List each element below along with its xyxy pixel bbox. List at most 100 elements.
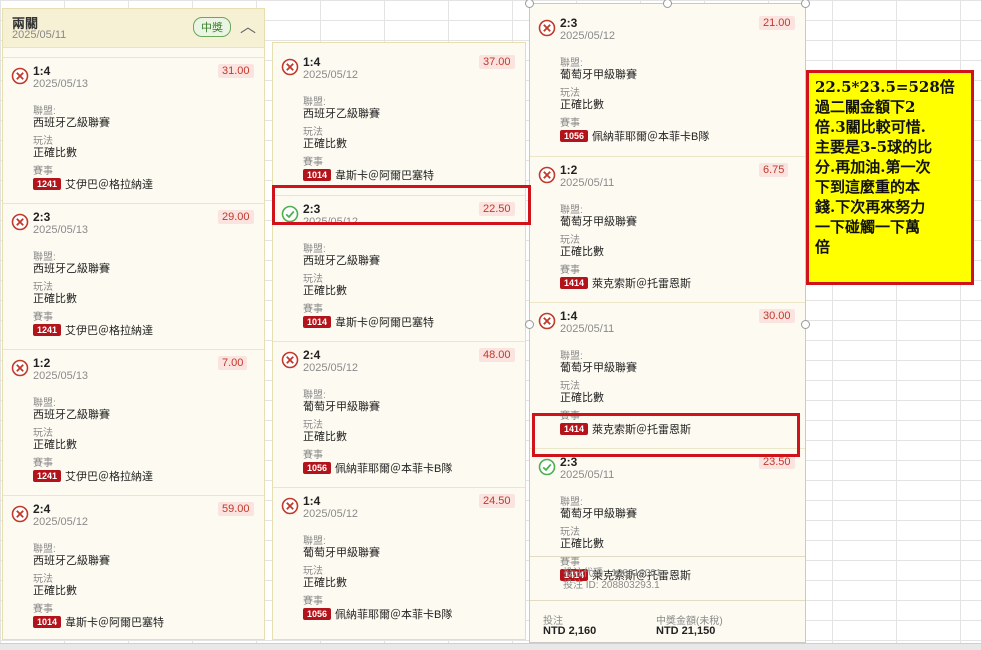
note-line: 主要是3-5球的比 (815, 138, 933, 156)
match-info[interactable]: 1241 艾伊巴＠格拉納達 (33, 176, 153, 192)
cross-circle-icon (11, 213, 29, 231)
pick-score: 1:4 (560, 309, 578, 323)
match-code-badge: 1056 (560, 130, 589, 142)
pick-date: 2025/05/12 (303, 508, 359, 520)
match-name: 韋斯卡＠阿爾巴塞特 (335, 317, 435, 329)
pick-score: 2:3 (33, 210, 51, 224)
pick-score: 1:2 (33, 356, 51, 370)
match-label: 賽事 (303, 596, 323, 607)
parlay-header[interactable]: 兩關 2025/05/11 中獎 ︿ (3, 9, 264, 48)
pick-date: 2025/05/12 (33, 516, 89, 528)
pick-odds: 23.50 (759, 455, 795, 469)
league-value: 葡萄牙甲級聯賽 (303, 547, 380, 559)
match-name: 艾伊巴＠格拉納達 (65, 179, 154, 191)
match-info[interactable]: 1056 佩納菲耶爾＠本菲卡B隊 (303, 460, 452, 476)
match-label: 賽事 (33, 166, 53, 177)
pick-score: 1:4 (303, 55, 321, 69)
bet-slip-column-3: 2:3 2025/05/12 21.00 聯盟: 葡萄牙甲級聯賽 玩法 正確比數… (529, 3, 806, 643)
bet-selection[interactable]: 1:4 2025/05/13 31.00 聯盟: 西班牙乙級聯賽 玩法 正確比數… (3, 57, 264, 204)
match-label: 賽事 (33, 312, 53, 323)
league-value: 葡萄牙甲級聯賽 (303, 401, 380, 413)
cross-circle-icon (281, 351, 299, 369)
match-code-badge: 1241 (33, 178, 62, 190)
bet-selection[interactable]: 2:3 2025/05/12 21.00 聯盟: 葡萄牙甲級聯賽 玩法 正確比數… (530, 10, 805, 156)
match-info[interactable]: 1014 韋斯卡＠阿爾巴塞特 (303, 167, 434, 183)
pick-score: 2:4 (33, 502, 51, 516)
bet-selection[interactable]: 2:3 2025/05/13 29.00 聯盟: 西班牙乙級聯賽 玩法 正確比數… (3, 203, 264, 350)
note-line: 倍 (815, 238, 831, 256)
match-info[interactable]: 1241 艾伊巴＠格拉納達 (33, 322, 153, 338)
pick-date: 2025/05/13 (33, 370, 89, 382)
league-value: 西班牙乙級聯賽 (33, 117, 110, 129)
note-line: 下到這麼重的本 (815, 178, 921, 196)
pick-date: 2025/05/11 (560, 177, 615, 189)
pick-score: 2:3 (560, 16, 578, 30)
play-value: 正確比數 (560, 99, 604, 111)
league-value: 西班牙乙級聯賽 (303, 255, 380, 267)
match-info[interactable]: 1241 艾伊巴＠格拉納達 (33, 468, 153, 484)
match-label: 賽事 (33, 604, 53, 615)
play-value: 正確比數 (33, 147, 77, 159)
bet-selection[interactable]: 2:4 2025/05/12 48.00 聯盟: 葡萄牙甲級聯賽 玩法 正確比數… (273, 341, 525, 488)
cross-circle-icon (11, 67, 29, 85)
play-value: 正確比數 (560, 246, 604, 258)
play-value: 正確比數 (560, 538, 604, 550)
league-value: 西班牙乙級聯賽 (33, 555, 110, 567)
pick-odds: 22.50 (479, 202, 515, 216)
pick-date: 2025/05/11 (560, 469, 615, 481)
cross-circle-icon (281, 58, 299, 76)
note-line: 分.再加油.第一次 (815, 158, 931, 176)
match-info[interactable]: 1014 韋斯卡＠阿爾巴塞特 (303, 314, 434, 330)
match-name: 萊克索斯＠托雷恩斯 (592, 424, 692, 436)
pick-date: 2025/05/12 (303, 362, 359, 374)
bet-selection[interactable]: 1:2 2025/05/13 7.00 聯盟: 西班牙乙級聯賽 玩法 正確比數 … (3, 349, 264, 496)
pick-odds: 7.00 (218, 356, 248, 370)
play-value: 正確比數 (33, 439, 77, 451)
pick-odds: 37.00 (479, 55, 515, 69)
league-value: 西班牙乙級聯賽 (33, 263, 110, 275)
match-info[interactable]: 1056 佩納菲耶爾＠本菲卡B隊 (560, 128, 709, 144)
match-label: 賽事 (560, 411, 580, 422)
play-value: 正確比數 (303, 285, 347, 297)
pick-odds: 29.00 (218, 210, 254, 224)
check-circle-icon (281, 205, 299, 223)
match-name: 萊克索斯＠托雷恩斯 (592, 278, 692, 290)
win-status-badge: 中獎 (193, 17, 231, 37)
note-line: 錢.下次再來努力 (815, 198, 926, 216)
pick-odds: 21.00 (759, 16, 795, 30)
match-code-badge: 1056 (303, 608, 332, 620)
bet-selection[interactable]: 2:4 2025/05/12 59.00 聯盟: 西班牙乙級聯賽 玩法 正確比數… (3, 495, 264, 639)
bet-selection[interactable]: 1:4 2025/05/12 24.50 聯盟: 葡萄牙甲級聯賽 玩法 正確比數… (273, 487, 525, 634)
parlay-date: 2025/05/11 (12, 29, 67, 41)
bet-selection[interactable]: 1:4 2025/05/11 30.00 聯盟: 葡萄牙甲級聯賽 玩法 正確比數… (530, 302, 805, 449)
play-value: 正確比數 (303, 577, 347, 589)
pick-date: 2025/05/11 (560, 323, 615, 335)
pick-date: 2025/05/12 (303, 216, 359, 228)
cross-circle-icon (538, 312, 556, 330)
match-info[interactable]: 1014 韋斯卡＠阿爾巴塞特 (33, 614, 164, 630)
match-code-badge: 1241 (33, 324, 62, 336)
play-value: 正確比數 (303, 431, 347, 443)
match-info[interactable]: 1056 佩納菲耶爾＠本菲卡B隊 (303, 606, 452, 622)
cross-circle-icon (11, 505, 29, 523)
pick-odds: 24.50 (479, 494, 515, 508)
pick-score: 1:2 (560, 163, 578, 177)
league-value: 葡萄牙甲級聯賽 (560, 508, 637, 520)
resize-handle[interactable] (525, 320, 534, 329)
pick-score: 1:4 (303, 494, 321, 508)
bet-selection[interactable]: 1:4 2025/05/12 37.00 聯盟: 西班牙乙級聯賽 玩法 正確比數… (273, 49, 525, 195)
cross-circle-icon (281, 497, 299, 515)
bet-selection[interactable]: 2:3 2025/05/12 22.50 聯盟: 西班牙乙級聯賽 玩法 正確比數… (273, 195, 525, 342)
bet-selection[interactable]: 1:2 2025/05/11 6.75 聯盟: 葡萄牙甲級聯賽 玩法 正確比數 … (530, 156, 805, 303)
match-name: 韋斯卡＠阿爾巴塞特 (335, 170, 435, 182)
chevron-up-icon[interactable]: ︿ (240, 13, 256, 37)
footer-divider-2 (530, 600, 805, 601)
match-info[interactable]: 1414 萊克索斯＠托雷恩斯 (560, 421, 691, 437)
resize-handle[interactable] (801, 0, 810, 8)
match-info[interactable]: 1414 萊克索斯＠托雷恩斯 (560, 275, 691, 291)
league-value: 西班牙乙級聯賽 (303, 108, 380, 120)
resize-handle[interactable] (801, 320, 810, 329)
check-circle-icon (538, 458, 556, 476)
footer-divider (530, 556, 805, 557)
payout-value: NTD 21,150 (656, 625, 716, 637)
